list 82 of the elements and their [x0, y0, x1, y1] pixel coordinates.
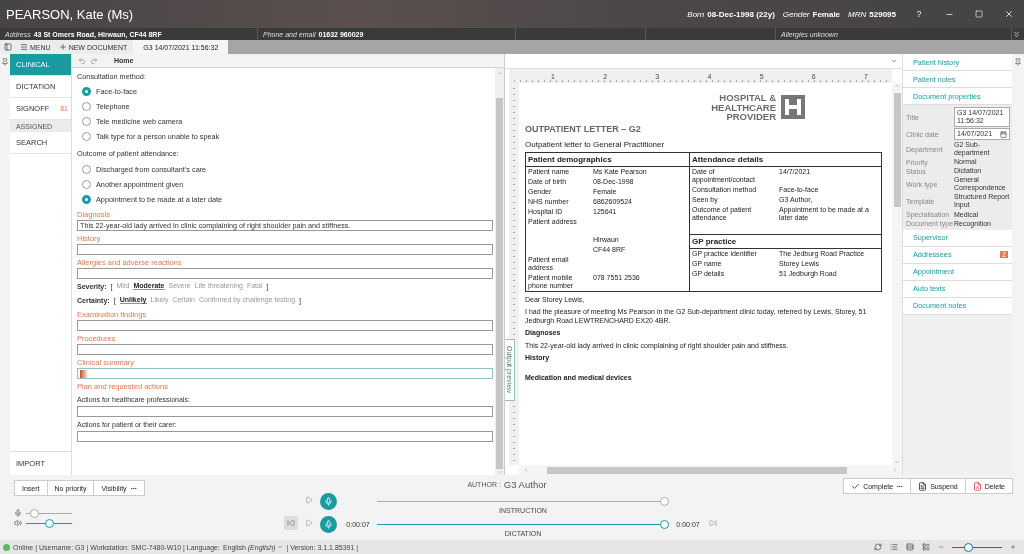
text-field[interactable]: [77, 406, 493, 417]
text-field[interactable]: [77, 268, 493, 279]
radio-button[interactable]: [82, 102, 91, 111]
slider-thumb[interactable]: [660, 497, 669, 506]
help-button[interactable]: ?: [904, 0, 934, 28]
summary-value: 08-Dec-1998 (22y): [707, 9, 775, 19]
zoom-in-icon[interactable]: [1010, 544, 1016, 550]
text-field[interactable]: [77, 431, 493, 442]
scrollbar-thumb[interactable]: [893, 93, 901, 207]
text-field[interactable]: [77, 244, 493, 255]
summary-label: Born: [687, 9, 705, 19]
text-field[interactable]: [77, 344, 493, 355]
summary-value: 529095: [869, 9, 896, 19]
table-heading: Patient demographics: [526, 152, 689, 167]
radio-button[interactable]: [82, 117, 91, 126]
layout-icon[interactable]: [922, 543, 930, 551]
logo-icon: [780, 94, 806, 121]
radio-button[interactable]: [82, 180, 91, 189]
summary-label: MRN: [848, 9, 867, 19]
slider-thumb[interactable]: [964, 542, 974, 552]
scrollbar[interactable]: [495, 68, 504, 475]
scrollbar[interactable]: [519, 465, 902, 475]
radio-button[interactable]: [82, 87, 91, 96]
pin-icon[interactable]: [1, 58, 9, 66]
close-icon: [1004, 9, 1014, 19]
undo-icon[interactable]: [78, 56, 86, 65]
rows-icon[interactable]: [906, 543, 914, 551]
radio-button[interactable]: [82, 132, 91, 141]
pin-icon[interactable]: [1014, 58, 1022, 66]
letter-subtitle: Outpatient letter to General Practitioner: [525, 139, 666, 149]
scroll-left-icon[interactable]: [523, 467, 529, 473]
radio-button[interactable]: [82, 165, 91, 174]
record-button[interactable]: [320, 516, 337, 533]
refresh-icon[interactable]: [874, 543, 882, 551]
scrollbar-thumb[interactable]: [496, 98, 503, 469]
panel-icon[interactable]: [4, 43, 12, 51]
scroll-right-icon[interactable]: [892, 467, 898, 473]
scroll-up-icon[interactable]: [894, 83, 900, 89]
collapse-icon[interactable]: [890, 57, 898, 65]
text-field[interactable]: [77, 320, 493, 331]
calendar-icon[interactable]: [1000, 130, 1007, 138]
play-icon: [305, 519, 313, 527]
zoom-out-icon[interactable]: [938, 544, 944, 550]
plus-icon: [58, 43, 67, 51]
scroll-down-icon[interactable]: [894, 459, 900, 465]
table-heading: GP practice: [690, 234, 881, 250]
mic-icon: [14, 509, 22, 517]
list-icon[interactable]: [890, 543, 898, 551]
caret-icon: [277, 544, 284, 550]
skip-forward-icon: [709, 519, 717, 527]
document-delete-icon: [972, 481, 982, 491]
summary-value: Female: [812, 9, 841, 19]
play-icon: [305, 496, 313, 504]
expand-icon[interactable]: [1012, 29, 1021, 39]
check-icon: [851, 481, 861, 491]
scrollbar-thumb[interactable]: [547, 466, 847, 474]
skip-back-icon: [287, 519, 295, 527]
scroll-up-icon[interactable]: [496, 70, 503, 76]
text-field[interactable]: [77, 368, 493, 379]
letter-title: OUTPATIENT LETTER – G2: [525, 123, 642, 134]
patient-name: PEARSON, Kate (Ms): [6, 6, 135, 22]
scroll-down-icon[interactable]: [496, 469, 503, 475]
slider-thumb[interactable]: [30, 508, 40, 518]
table-heading: Attendance details: [690, 152, 881, 167]
logo-text: PROVIDER: [725, 112, 776, 122]
skip-back-button[interactable]: [284, 516, 298, 530]
slider-thumb[interactable]: [660, 520, 669, 529]
volume-icon: [14, 519, 22, 527]
slider-thumb[interactable]: [44, 518, 54, 528]
menu-icon: [20, 43, 28, 51]
maximize-icon: [975, 10, 983, 18]
redo-icon[interactable]: [90, 56, 98, 65]
summary-label: Gender: [782, 9, 810, 19]
logo-text: HOSPITAL &: [718, 93, 776, 103]
record-button[interactable]: [320, 493, 337, 510]
scrollbar[interactable]: [892, 83, 902, 465]
document-icon: [918, 481, 928, 491]
mic-icon: [324, 497, 333, 506]
radio-button[interactable]: [82, 195, 91, 204]
author-name: G3 Author: [503, 478, 547, 490]
mic-icon: [324, 520, 333, 529]
logo-text: HEALTHCARE: [711, 102, 776, 112]
